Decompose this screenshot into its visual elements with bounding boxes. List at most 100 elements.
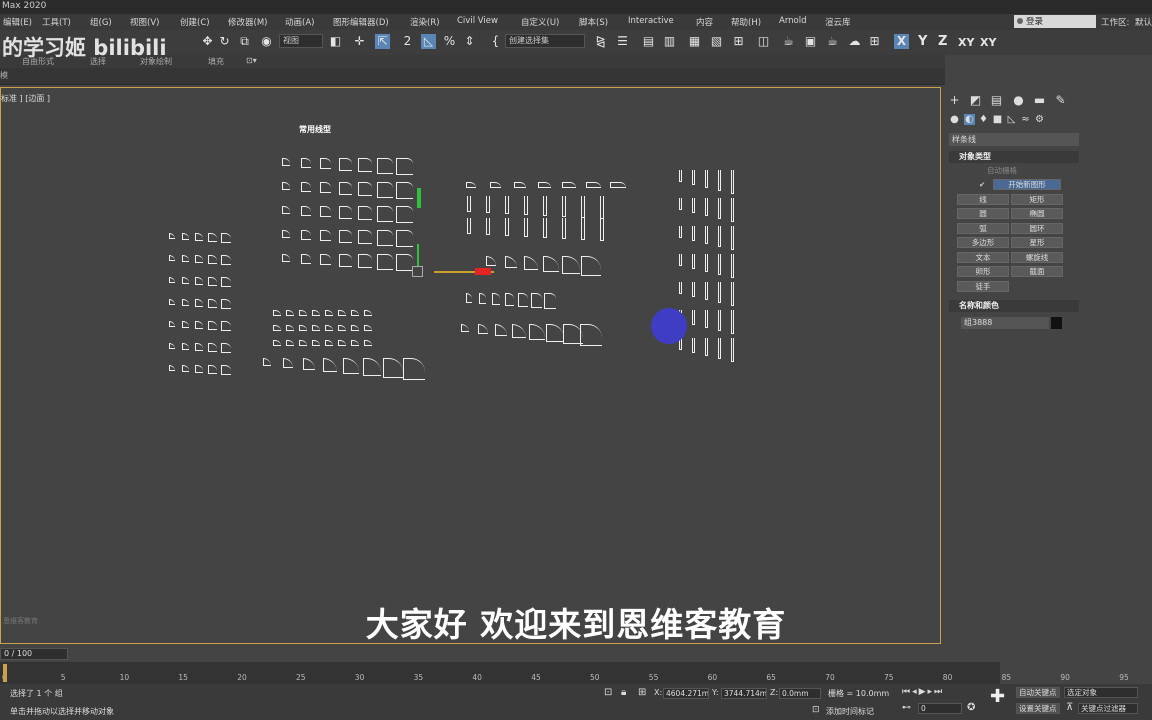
axis-xy-button[interactable]: XY [958, 36, 974, 49]
profile-shape[interactable] [679, 254, 682, 266]
lights-icon[interactable]: ♦ [978, 114, 989, 125]
profile-shape[interactable] [705, 198, 708, 216]
render-icon[interactable]: ☕ [825, 34, 840, 49]
profile-shape[interactable] [299, 325, 307, 331]
time-slider[interactable]: 0 / 100 [0, 648, 68, 660]
menu-edit[interactable]: 编辑(E) [3, 16, 32, 28]
profile-shape[interactable] [600, 218, 604, 241]
isolate-icon[interactable]: ⊡ [604, 687, 612, 698]
profile-shape[interactable] [705, 282, 708, 300]
cameras-icon[interactable]: ■ [992, 114, 1003, 125]
profile-shape[interactable] [195, 277, 203, 285]
geometry-icon[interactable]: ● [949, 114, 960, 125]
profile-shape[interactable] [518, 293, 528, 307]
profile-shape[interactable] [195, 321, 203, 329]
profile-shape[interactable] [679, 282, 682, 294]
set-key-button[interactable]: 设置关键点 [1016, 703, 1060, 714]
auto-key-button[interactable]: 自动关键点 [1016, 687, 1060, 698]
profile-shape[interactable] [586, 182, 601, 188]
profile-shape[interactable] [273, 310, 281, 316]
ribbon-toggle-icon[interactable]: ▦ [687, 34, 702, 49]
profile-shape[interactable] [358, 206, 372, 220]
menu-scripting[interactable]: 脚本(S) [579, 16, 608, 28]
viewport-label[interactable]: 标准 ] [边面 ] [1, 93, 50, 104]
profile-shape[interactable] [479, 293, 486, 304]
lock-icon[interactable]: 🔒︎ [621, 687, 626, 698]
create-tab-icon[interactable]: + [948, 94, 961, 107]
profile-shape[interactable] [377, 182, 393, 198]
profile-shape[interactable] [320, 230, 331, 241]
rotate-icon[interactable]: ↻ [217, 34, 232, 49]
profile-shape[interactable] [195, 365, 203, 373]
profile-shape[interactable] [325, 325, 333, 331]
profile-shape[interactable] [208, 233, 217, 242]
profile-shape[interactable] [221, 299, 231, 309]
profile-shape[interactable] [338, 340, 346, 346]
gizmo-x-axis[interactable] [475, 268, 491, 275]
profile-shape[interactable] [524, 218, 528, 237]
keyboard-shortcut-icon[interactable]: ⇱ [375, 34, 390, 49]
profile-shape[interactable] [692, 310, 695, 325]
profile-shape[interactable] [169, 255, 175, 261]
profile-shape[interactable] [299, 310, 307, 316]
material-editor-icon[interactable]: ◫ [756, 34, 771, 49]
profile-shape[interactable] [169, 321, 175, 327]
axis-x-button[interactable]: X [894, 34, 909, 49]
menu-help[interactable]: 帮助(H) [731, 16, 761, 28]
start-new-shape-button[interactable]: 开始新图形 [993, 179, 1061, 190]
profile-shape[interactable] [312, 340, 320, 346]
profile-shape[interactable] [323, 358, 337, 372]
profile-shape[interactable] [208, 343, 217, 352]
x-coord-field[interactable]: 4604.271m [663, 688, 709, 699]
key-mode-icon[interactable]: ⊷ [902, 703, 911, 713]
profile-shape[interactable] [221, 277, 231, 287]
profile-shape[interactable] [731, 198, 734, 222]
profile-shape[interactable] [358, 254, 372, 268]
object-color-swatch[interactable] [1051, 317, 1062, 329]
profile-shape[interactable] [467, 218, 471, 234]
object-name-field[interactable]: 组3888 [961, 317, 1049, 329]
move-axis-icon[interactable]: ✛ [352, 34, 367, 49]
login-dropdown[interactable]: 登录 [1014, 15, 1096, 28]
profile-shape[interactable] [505, 256, 517, 268]
profile-shape[interactable] [339, 206, 352, 219]
donut-button[interactable]: 圆环 [1011, 223, 1063, 234]
profile-shape[interactable] [486, 256, 496, 266]
profile-shape[interactable] [692, 338, 695, 353]
modify-tab-icon[interactable]: ◩ [969, 94, 982, 107]
profile-shape[interactable] [543, 218, 547, 238]
line-button[interactable]: 线 [957, 194, 1009, 205]
profile-shape[interactable] [581, 196, 585, 218]
helix-button[interactable]: 螺旋线 [1011, 252, 1063, 263]
profile-shape[interactable] [543, 196, 547, 216]
profile-shape[interactable] [282, 254, 290, 262]
profile-shape[interactable] [208, 365, 217, 374]
profile-shape[interactable] [338, 325, 346, 331]
profile-shape[interactable] [581, 256, 601, 276]
profile-shape[interactable] [182, 277, 189, 284]
profile-shape[interactable] [282, 206, 290, 214]
profile-shape[interactable] [396, 158, 413, 175]
profile-shape[interactable] [512, 324, 526, 338]
profile-shape[interactable] [303, 358, 315, 370]
profile-shape[interactable] [208, 277, 217, 286]
profile-shape[interactable] [339, 254, 352, 267]
curve-editor-icon[interactable]: ▧ [709, 34, 724, 49]
name-color-rollout[interactable]: 名称和颜色 [949, 300, 1079, 312]
freehand-button[interactable]: 徒手 [957, 281, 1009, 292]
profile-shape[interactable] [286, 310, 294, 316]
profile-shape[interactable] [679, 170, 682, 182]
profile-shape[interactable] [505, 218, 509, 236]
profile-shape[interactable] [339, 158, 352, 171]
profile-shape[interactable] [466, 182, 476, 188]
profile-shape[interactable] [505, 293, 514, 306]
reference-coord-select[interactable]: 视图 [279, 34, 323, 48]
profile-shape[interactable] [692, 254, 695, 269]
object-type-rollout[interactable]: 对象类型 [949, 151, 1079, 163]
profile-shape[interactable] [182, 365, 189, 372]
profile-shape[interactable] [538, 182, 551, 188]
profile-shape[interactable] [546, 324, 564, 342]
profile-shape[interactable] [312, 325, 320, 331]
profile-shape[interactable] [478, 324, 488, 334]
profile-shape[interactable] [531, 293, 542, 308]
